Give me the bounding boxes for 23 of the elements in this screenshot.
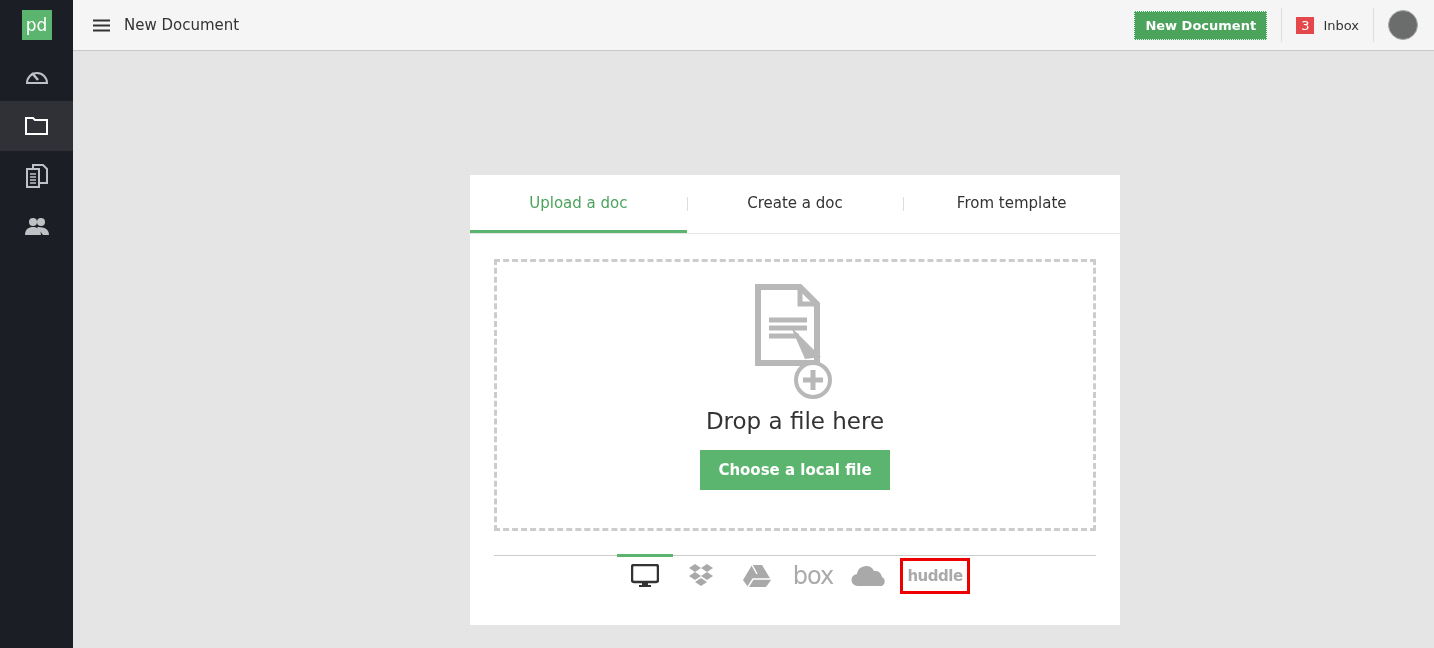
cloud-icon <box>850 564 888 587</box>
documents-icon <box>25 164 48 188</box>
sidebar-item[interactable] <box>0 101 73 151</box>
folder-icon <box>24 116 49 136</box>
drop-zone[interactable]: Drop a file here Choose a local file <box>494 259 1096 531</box>
logo[interactable]: pd <box>21 10 52 40</box>
menu-icon[interactable] <box>93 18 110 32</box>
inbox-link[interactable]: Inbox <box>1323 17 1359 33</box>
triangle-icon <box>743 563 771 588</box>
open-box-icon <box>687 562 715 589</box>
avatar[interactable] <box>1388 10 1418 40</box>
inbox-count-badge: 3 <box>1296 16 1315 34</box>
drop-hint: Drop a file here <box>705 408 885 434</box>
monitor-icon <box>631 563 659 588</box>
add-document-icon <box>755 284 835 402</box>
new-document-button[interactable]: New Document <box>1134 10 1268 40</box>
choose-file-button[interactable]: Choose a local file <box>700 450 890 490</box>
source-tab[interactable]: box <box>785 554 841 594</box>
tab[interactable]: Upload a doc <box>470 175 687 233</box>
tab[interactable]: From template <box>903 175 1120 233</box>
people-icon <box>23 216 50 236</box>
page-title: New Document <box>124 16 241 34</box>
tab[interactable]: Create a doc <box>686 175 904 233</box>
